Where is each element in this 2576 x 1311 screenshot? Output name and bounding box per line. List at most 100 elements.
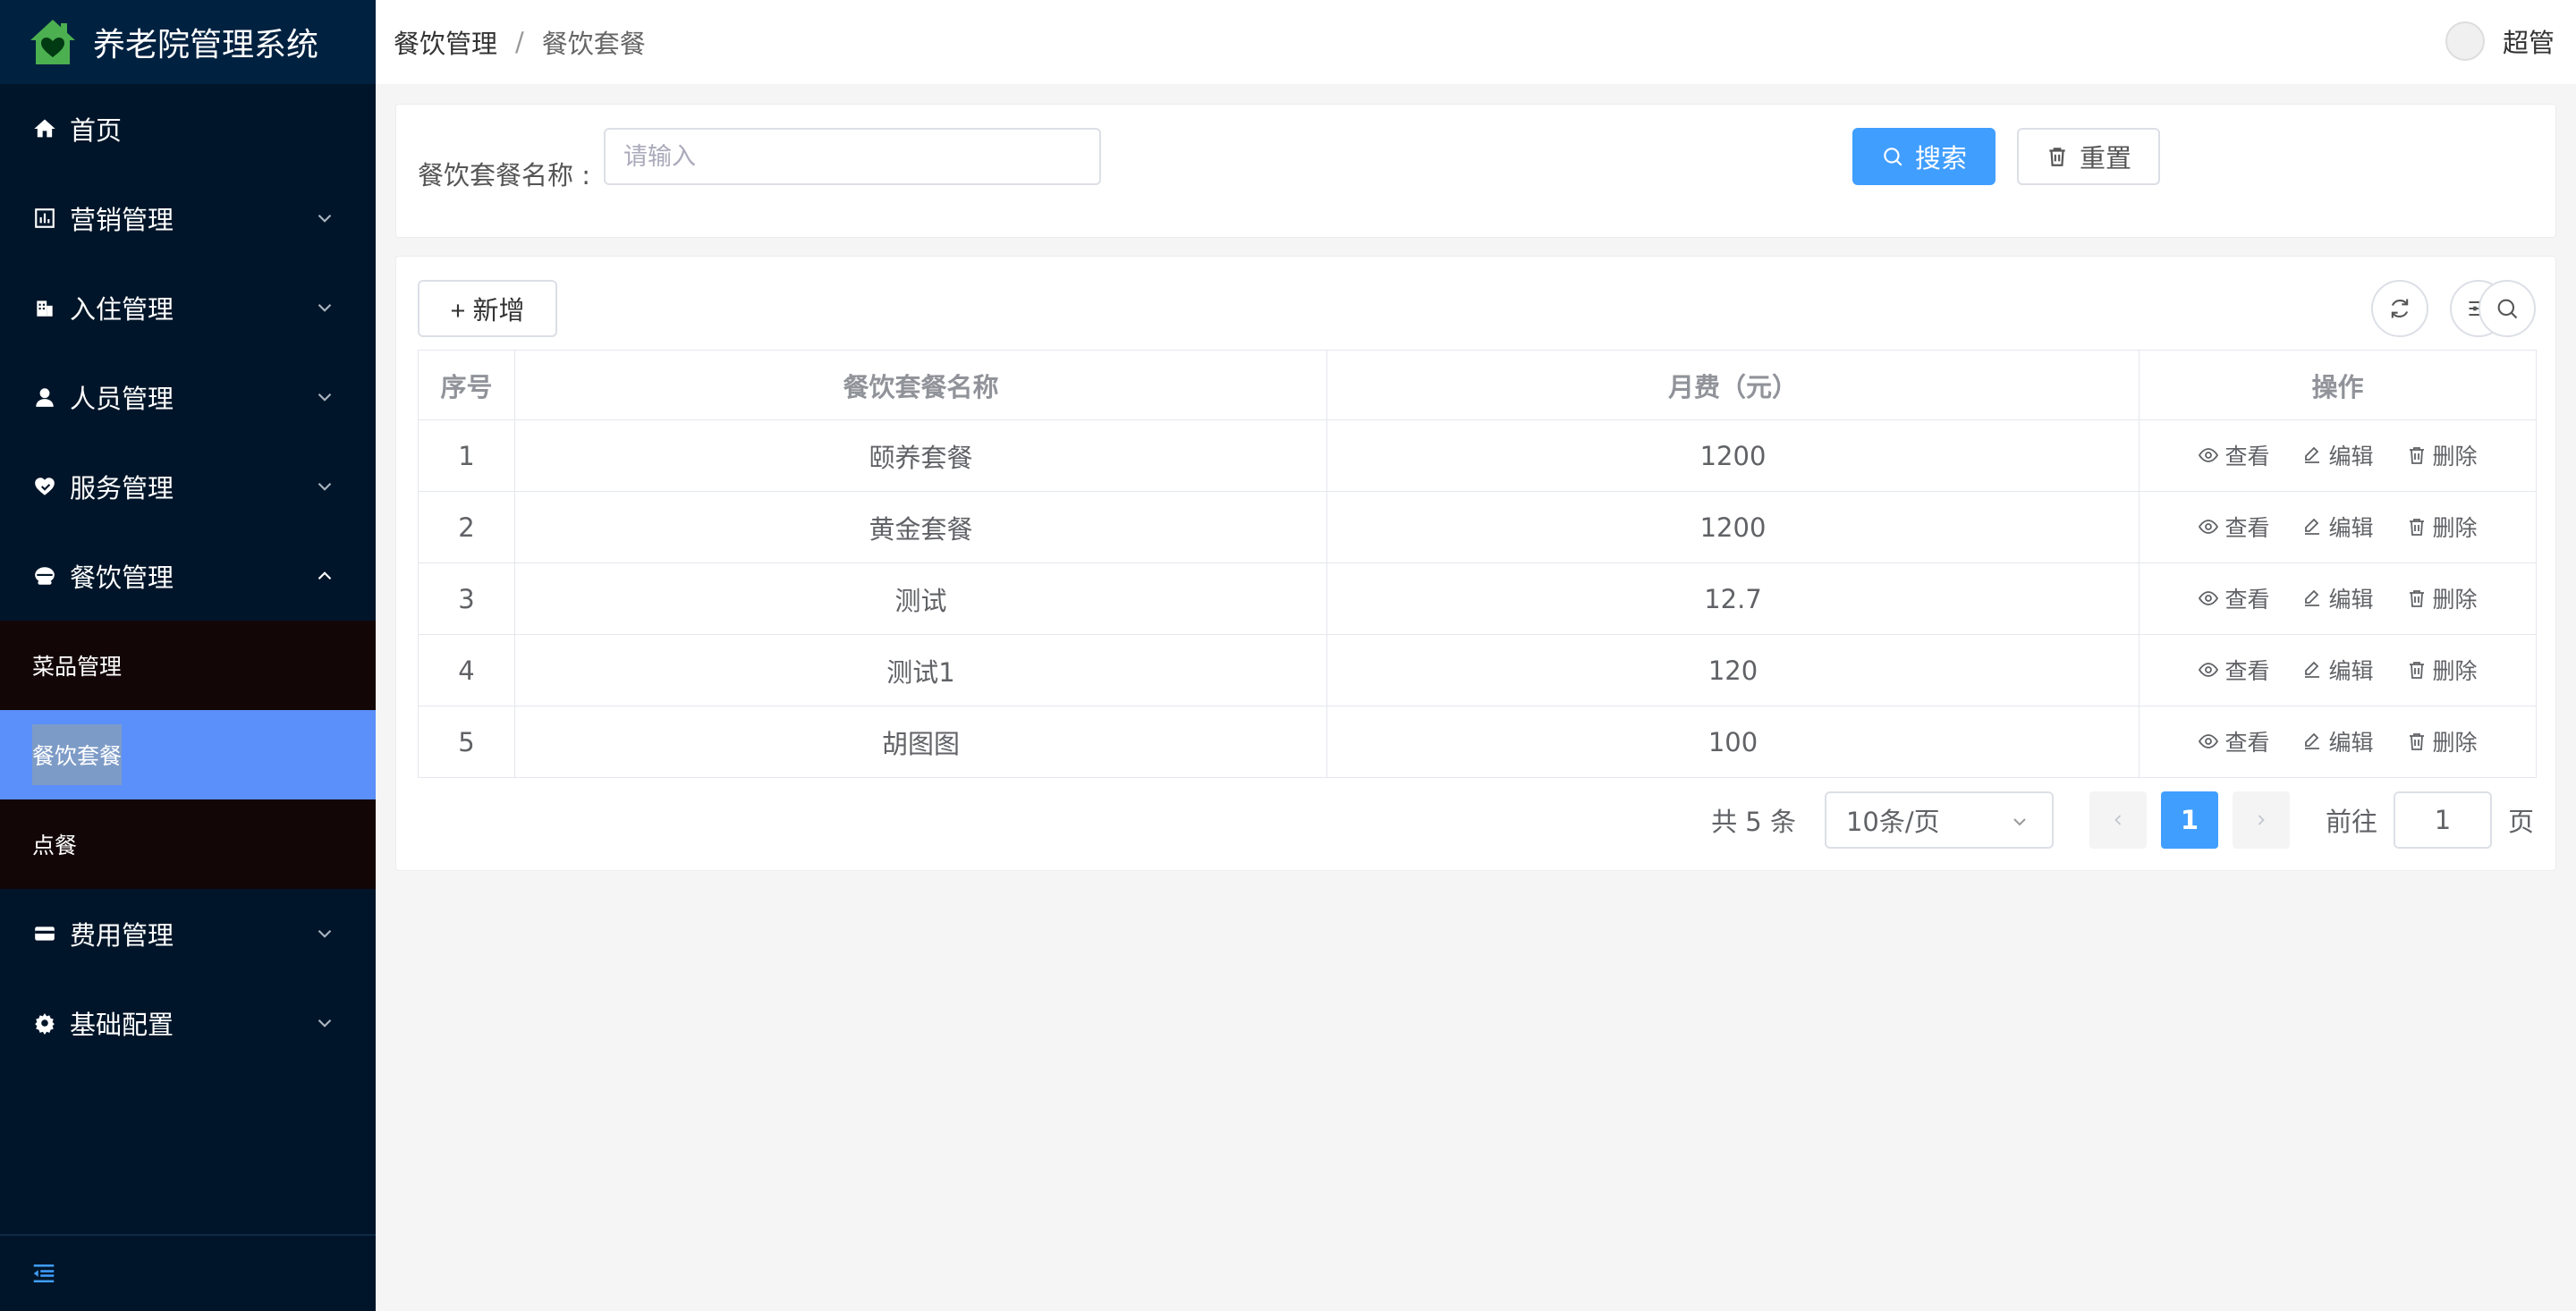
goto-page-input[interactable] [2393, 791, 2492, 849]
package-name-input[interactable] [604, 128, 1101, 185]
house-heart-icon [27, 16, 79, 68]
submenu-item-label: 菜品管理 [32, 654, 123, 680]
toggle-search-button[interactable] [2479, 280, 2536, 337]
prev-page-button[interactable] [2089, 791, 2147, 849]
sidebar-item-label: 入住管理 [70, 294, 174, 325]
edit-button[interactable]: 编辑 [2301, 582, 2374, 614]
sidebar: 养老院管理系统 首页 营销管理 入住管理 人员管理 服务管理 餐饮管理 菜品管理… [0, 0, 376, 1311]
view-button[interactable]: 查看 [2198, 439, 2269, 471]
sidebar-item-fees[interactable]: 费用管理 [0, 889, 376, 978]
search-button[interactable]: 搜索 [1852, 128, 1996, 185]
edit-label: 编辑 [2328, 730, 2374, 756]
cell-actions: 查看 编辑 删除 [2139, 706, 2537, 778]
sidebar-item-service[interactable]: 服务管理 [0, 442, 376, 531]
add-button[interactable]: + 新增 [418, 280, 557, 337]
bowl-icon [32, 563, 57, 588]
sidebar-item-label: 餐饮管理 [70, 562, 174, 593]
cell-index: 5 [418, 706, 515, 778]
view-label: 查看 [2224, 444, 2270, 469]
sidebar-item-config[interactable]: 基础配置 [0, 978, 376, 1068]
trash-icon [2409, 662, 2424, 679]
delete-button[interactable]: 删除 [2406, 725, 2478, 757]
delete-label: 删除 [2432, 658, 2478, 684]
view-button[interactable]: 查看 [2198, 725, 2269, 757]
cell-actions: 查看 编辑 删除 [2139, 634, 2537, 706]
cell-fee: 100 [1326, 706, 2140, 778]
delete-label: 删除 [2432, 730, 2478, 756]
delete-button[interactable]: 删除 [2406, 511, 2478, 543]
view-button[interactable]: 查看 [2198, 654, 2269, 686]
delete-label: 删除 [2432, 515, 2478, 541]
goto-label: 前往 [2325, 807, 2377, 837]
delete-button[interactable]: 删除 [2406, 582, 2478, 614]
edit-button[interactable]: 编辑 [2301, 511, 2374, 543]
cell-name: 测试1 [514, 634, 1327, 706]
sidebar-item-label: 费用管理 [70, 920, 174, 951]
cell-index: 1 [418, 419, 515, 492]
table-card: + 新增 序号 餐饮套餐名称 月费（元） 操作 1 颐养套餐 1200 查看 编辑 删除 2… [395, 256, 2556, 871]
sidebar-item-checkin[interactable]: 入住管理 [0, 263, 376, 352]
submenu-item-dishes[interactable]: 菜品管理 [0, 621, 376, 710]
edit-button[interactable]: 编辑 [2301, 439, 2374, 471]
next-page-button[interactable] [2232, 791, 2290, 849]
eye-icon [2199, 520, 2219, 534]
submenu-item-meal-packages[interactable]: 餐饮套餐 [0, 710, 376, 799]
view-button[interactable]: 查看 [2198, 582, 2269, 614]
refresh-icon [2391, 299, 2409, 318]
view-button[interactable]: 查看 [2198, 511, 2269, 543]
edit-icon [2305, 446, 2320, 463]
cell-actions: 查看 编辑 删除 [2139, 419, 2537, 492]
edit-button[interactable]: 编辑 [2301, 725, 2374, 757]
trash-icon [2409, 733, 2424, 750]
sidebar-item-label: 人员管理 [70, 384, 174, 414]
sidebar-item-staff[interactable]: 人员管理 [0, 352, 376, 442]
trash-icon [2409, 519, 2424, 536]
user-menu[interactable]: 超管 [2445, 21, 2555, 61]
sidebar-item-label: 首页 [70, 115, 123, 146]
cell-index: 4 [418, 634, 515, 706]
submenu-item-label: 餐饮套餐 [32, 724, 123, 785]
table-row: 3 测试 12.7 查看 编辑 删除 [418, 562, 2537, 635]
view-label: 查看 [2224, 730, 2270, 756]
page-size-select[interactable]: 10条/页 [1824, 791, 2054, 849]
cell-actions: 查看 编辑 删除 [2139, 562, 2537, 635]
breadcrumb-current: 餐饮套餐 [541, 29, 646, 59]
refresh-button[interactable] [2371, 280, 2428, 337]
cell-name: 颐养套餐 [514, 419, 1327, 492]
sidebar-item-home[interactable]: 首页 [0, 84, 376, 173]
search-card: 餐饮套餐名称 : 搜索 重置 [395, 104, 2556, 238]
cell-fee: 120 [1326, 634, 2140, 706]
page-size-value: 10条/页 [1845, 807, 1940, 837]
edit-button[interactable]: 编辑 [2301, 654, 2374, 686]
sidebar-item-label: 基础配置 [70, 1010, 174, 1040]
delete-button[interactable]: 删除 [2406, 654, 2478, 686]
sidebar-item-marketing[interactable]: 营销管理 [0, 173, 376, 263]
chevron-up-icon [318, 571, 332, 580]
chevron-down-icon [318, 214, 332, 223]
view-label: 查看 [2224, 658, 2270, 684]
table-header-row: 序号 餐饮套餐名称 月费（元） 操作 [418, 350, 2537, 420]
edit-label: 编辑 [2328, 587, 2374, 613]
delete-button[interactable]: 删除 [2406, 439, 2478, 471]
view-label: 查看 [2224, 515, 2270, 541]
meal-package-table: 序号 餐饮套餐名称 月费（元） 操作 1 颐养套餐 1200 查看 编辑 删除 2 黄金套餐 1… [418, 350, 2537, 778]
avatar [2445, 21, 2485, 61]
user-icon [32, 385, 57, 410]
view-label: 查看 [2224, 587, 2270, 613]
submenu-item-label: 点餐 [32, 833, 78, 858]
page-unit-label: 页 [2507, 807, 2534, 837]
edit-icon [2305, 661, 2320, 678]
page-number-current[interactable]: 1 [2160, 791, 2218, 849]
breadcrumb-separator: / [515, 27, 524, 57]
breadcrumb-parent[interactable]: 餐饮管理 [394, 23, 497, 61]
sidebar-collapse-button[interactable] [0, 1234, 376, 1311]
column-header-index: 序号 [418, 350, 515, 420]
submenu-item-ordering[interactable]: 点餐 [0, 799, 376, 889]
reset-button[interactable]: 重置 [2017, 128, 2160, 185]
trash-icon [2409, 447, 2424, 464]
logo: 养老院管理系统 [0, 0, 376, 84]
sidebar-item-catering[interactable]: 餐饮管理 [0, 531, 376, 621]
header: 餐饮管理 / 餐饮套餐 超管 [376, 0, 2576, 84]
search-button-label: 搜索 [1914, 145, 1967, 173]
cell-fee: 1200 [1326, 491, 2140, 563]
